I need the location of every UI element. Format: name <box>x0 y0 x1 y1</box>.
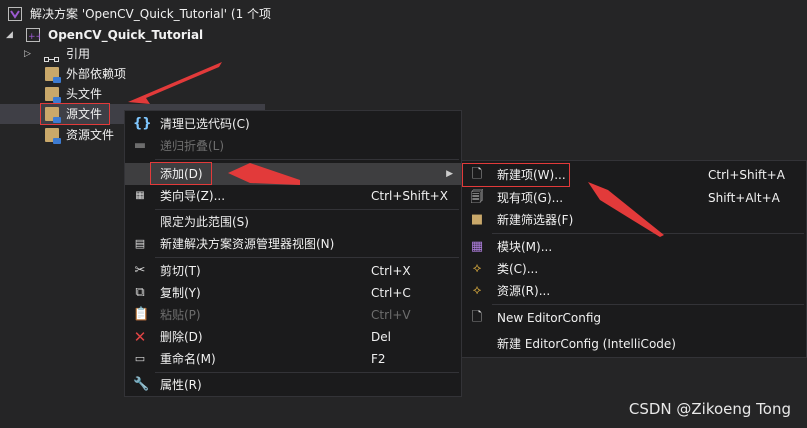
menu-item-cut[interactable]: ✂ 剪切(T) Ctrl+X <box>125 260 461 282</box>
new-filter-folder-icon: ■ <box>470 212 484 227</box>
tree-item-label: 头文件 <box>66 87 103 101</box>
highlight-box-add <box>150 162 212 185</box>
tree-item-external-deps[interactable]: 外部依赖项 <box>0 64 265 84</box>
paste-icon: 📋 <box>133 307 150 322</box>
tree-item-label: 外部依赖项 <box>66 67 127 81</box>
menu-separator <box>155 257 459 258</box>
solution-title: 解决方案 'OpenCV_Quick_Tutorial' (1 个项 <box>30 7 272 21</box>
submenu-item-class[interactable]: ⟡ 类(C)... <box>462 258 806 280</box>
context-menu: {} 清理已选代码(C) ▬ 递归折叠(L) 添加(D) ▶ ▦ 类向导(Z).… <box>124 110 462 397</box>
submenu-item-module[interactable]: ▦ 模块(M)... <box>462 236 806 258</box>
class-icon: ⟡ <box>472 261 482 276</box>
filter-folder-icon <box>45 128 61 144</box>
existing-item-icon: 🗐 <box>470 190 484 205</box>
project-node[interactable]: ◢ ++ OpenCV_Quick_Tutorial <box>0 25 265 45</box>
wrench-icon: 🔧 <box>133 377 150 392</box>
submenu-item-editorconfig[interactable]: 🗋 New EditorConfig <box>462 307 806 329</box>
menu-separator <box>155 209 459 210</box>
watermark: CSDN @Zikoeng Tong <box>628 400 791 418</box>
submenu-item-editorconfig-intellicode[interactable]: 新建 EditorConfig (IntelliCode) <box>462 333 806 355</box>
collapsed-triangle-icon[interactable]: ▷ <box>24 44 31 64</box>
project-name: OpenCV_Quick_Tutorial <box>48 28 204 42</box>
highlight-box-source-files <box>40 103 110 125</box>
highlight-box-new-item <box>462 163 570 187</box>
submenu-item-existing-item[interactable]: 🗐 现有项(G)... Shift+Alt+A <box>462 187 806 209</box>
resource-icon: ⟡ <box>472 283 482 298</box>
menu-separator <box>492 233 804 234</box>
menu-item-clean-code[interactable]: {} 清理已选代码(C) <box>125 113 461 135</box>
svg-text:++: ++ <box>28 32 40 42</box>
module-icon: ▦ <box>470 239 484 254</box>
menu-item-rename[interactable]: ▭ 重命名(M) F2 <box>125 348 461 370</box>
folder-icon <box>45 67 61 83</box>
filter-folder-icon <box>45 87 61 103</box>
copy-icon: ⧉ <box>135 285 145 300</box>
delete-x-icon: ✕ <box>133 328 147 346</box>
menu-item-copy[interactable]: ⧉ 复制(Y) Ctrl+C <box>125 282 461 304</box>
menu-separator <box>492 304 804 305</box>
add-submenu: 🗋 新建项(W)... Ctrl+Shift+A 🗐 现有项(G)... Shi… <box>461 160 807 358</box>
submenu-arrow-icon: ▶ <box>446 169 453 179</box>
submenu-item-new-filter[interactable]: ■ 新建筛选器(F) <box>462 209 806 231</box>
menu-separator <box>155 159 459 160</box>
menu-item-class-wizard[interactable]: ▦ 类向导(Z)... Ctrl+Shift+X <box>125 185 461 207</box>
menu-item-scope[interactable]: 限定为此范围(S) <box>125 211 461 233</box>
expanded-triangle-icon[interactable]: ◢ <box>6 25 13 45</box>
menu-item-new-view[interactable]: ▤ 新建解决方案资源管理器视图(N) <box>125 233 461 255</box>
tree-item-label: 引用 <box>66 47 91 61</box>
class-wizard-icon: ▦ <box>135 190 145 201</box>
braces-icon: {} <box>133 116 152 131</box>
new-view-icon: ▤ <box>134 237 146 250</box>
rename-icon: ▭ <box>134 352 146 365</box>
menu-item-delete[interactable]: ✕ 删除(D) Del <box>125 326 461 348</box>
tree-item-label: 资源文件 <box>66 128 115 142</box>
menu-item-properties[interactable]: 🔧 属性(R) <box>125 374 461 396</box>
solution-node[interactable]: 解决方案 'OpenCV_Quick_Tutorial' (1 个项 <box>0 4 271 24</box>
submenu-item-resource[interactable]: ⟡ 资源(R)... <box>462 280 806 302</box>
references-icon <box>44 50 59 62</box>
menu-item-collapse[interactable]: ▬ 递归折叠(L) <box>125 135 461 157</box>
file-icon: 🗋 <box>471 310 483 325</box>
tree-item-references[interactable]: ▷ 引用 <box>0 44 265 64</box>
menu-separator <box>155 372 459 373</box>
scissors-icon: ✂ <box>134 263 146 278</box>
vs-solution-icon <box>8 7 22 21</box>
cpp-project-icon: ++ <box>26 28 43 42</box>
tree-item-header-files[interactable]: 头文件 <box>0 84 265 104</box>
collapse-icon: ▬ <box>133 138 147 153</box>
menu-item-paste[interactable]: 📋 粘贴(P) Ctrl+V <box>125 304 461 326</box>
